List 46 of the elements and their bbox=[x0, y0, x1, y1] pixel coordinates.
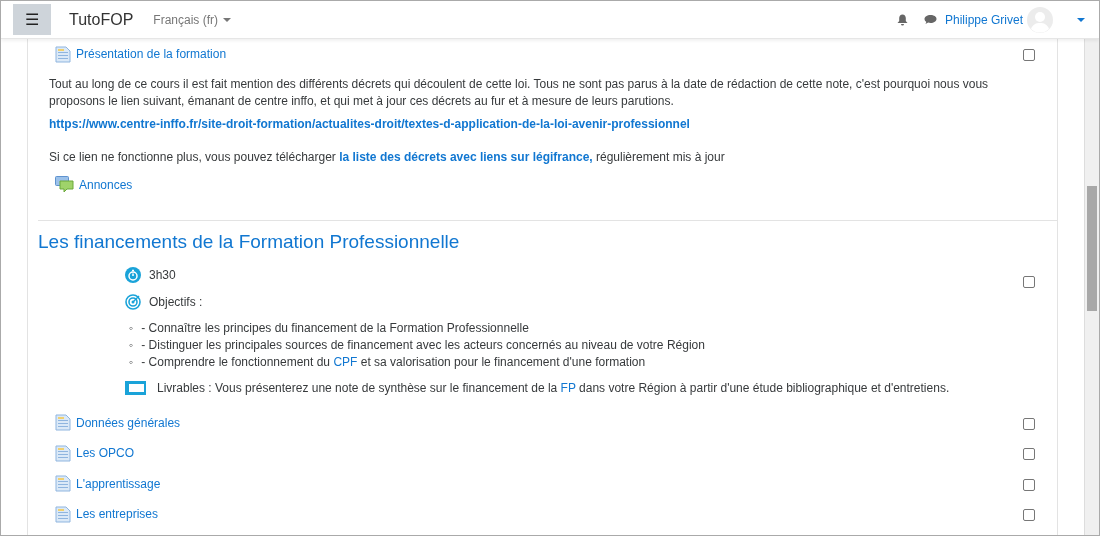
objective-item: - Comprendre le fonctionnement du CPF et sa valorisation pour le financement d'une formation bbox=[141, 353, 646, 371]
document-icon bbox=[55, 505, 71, 523]
activity-link[interactable]: Présentation de la formation bbox=[55, 45, 227, 63]
chat-bubbles-icon bbox=[55, 176, 74, 193]
document-icon bbox=[55, 45, 71, 63]
checkbox[interactable] bbox=[1023, 417, 1035, 430]
screen-icon bbox=[125, 380, 146, 395]
checkbox[interactable] bbox=[1023, 275, 1035, 288]
activity-link[interactable]: Annonces bbox=[55, 175, 133, 194]
activity-link[interactable]: L'apprentissage bbox=[55, 474, 161, 493]
link[interactable]: https://www.centre-inffo.fr/site-droit-formation/actualites-droit/textes-d-application-de-la-loi-avenir-professionnel bbox=[49, 116, 690, 131]
objective-item: - Connaître les principes du financement de la Formation Professionnelle bbox=[141, 319, 529, 337]
stopwatch-icon bbox=[125, 266, 141, 283]
duration-text: 3h30 bbox=[149, 266, 176, 284]
link[interactable]: FP bbox=[560, 380, 576, 395]
paragraph: Tout au long de ce cours il est fait mention des différents décrets qui découlent de cette loi. Tous ne sont pas parus à la date de rédaction de cette note, c'est pourquoi nous vous proposons le lien suivant, émanant de centre inffo, et qui met à jour ces décrets au fur et à mesure de leurs parutions. bbox=[49, 75, 989, 110]
link[interactable]: CPF bbox=[333, 354, 358, 369]
objectives-heading: Objectifs : bbox=[149, 293, 203, 311]
paragraph: Si ce lien ne fonctionne plus, vous pouvez télécharger la liste des décrets avec liens sur légifrance, régulièrement mis à jour bbox=[49, 148, 726, 166]
target-icon bbox=[125, 293, 141, 310]
language-menu[interactable]: Français (fr) bbox=[153, 10, 231, 29]
section-title[interactable]: Les financements de la Formation Professionnelle bbox=[38, 231, 1057, 254]
checkbox[interactable] bbox=[1023, 509, 1035, 522]
checkbox[interactable] bbox=[1023, 448, 1035, 461]
scrollbar[interactable] bbox=[1084, 39, 1099, 535]
bullet: ◦ bbox=[129, 319, 134, 337]
bullet: ◦ bbox=[129, 353, 134, 371]
bell-icon[interactable] bbox=[896, 13, 908, 26]
bullet: ◦ bbox=[129, 336, 134, 354]
activity-link[interactable]: Les OPCO bbox=[55, 444, 135, 463]
user-name[interactable]: Philippe Grivet bbox=[944, 10, 1023, 29]
document-icon bbox=[55, 475, 71, 493]
scrollbar-thumb[interactable] bbox=[1087, 186, 1097, 311]
document-icon bbox=[55, 414, 71, 432]
link[interactable]: la liste des décrets avec liens sur légifrance, bbox=[339, 149, 593, 164]
checkbox[interactable] bbox=[1023, 49, 1035, 61]
document-icon bbox=[55, 444, 71, 462]
activity-link[interactable]: Données générales bbox=[55, 413, 181, 432]
chat-icon[interactable] bbox=[923, 14, 937, 25]
checkbox[interactable] bbox=[1023, 478, 1035, 491]
caret-icon[interactable] bbox=[1077, 17, 1085, 22]
site-title[interactable]: TutoFOP bbox=[69, 7, 134, 32]
menu-button[interactable]: ☰ bbox=[13, 4, 51, 35]
deliverables-text: Livrables : Vous présenterez une note de synthèse sur le financement de la FP dans votre Région à partir d'une étude bibliographique et d'entretiens. bbox=[157, 379, 950, 397]
objective-item: - Distinguer les principales sources de financement avec les acteurs concernés au niveau de votre Région bbox=[141, 336, 705, 354]
activity-link[interactable]: Les entreprises bbox=[55, 505, 159, 524]
